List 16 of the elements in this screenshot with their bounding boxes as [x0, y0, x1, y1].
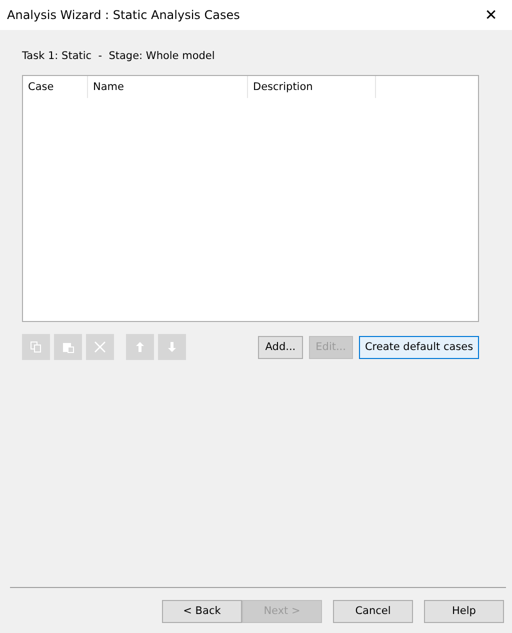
clipboard-icon — [62, 341, 74, 353]
action-button[interactable]: Create default cases — [359, 336, 479, 358]
wizard-button[interactable]: < Back — [162, 600, 242, 622]
task-label: Task 1: Static - Stage: Whole model — [22, 50, 216, 63]
column-header[interactable]: Description — [248, 76, 376, 98]
column-header[interactable]: Name — [88, 76, 248, 98]
wizard-button[interactable]: Cancel — [333, 600, 413, 622]
arrow-up-icon — [135, 341, 145, 353]
arrow-down-icon — [167, 341, 177, 353]
wizard-button[interactable]: Help — [424, 600, 504, 622]
delete-icon — [94, 341, 106, 353]
close-button[interactable]: ✕ — [476, 6, 506, 24]
window-title: Analysis Wizard : Static Analysis Cases — [7, 8, 240, 22]
copy-icon — [30, 341, 42, 353]
column-header[interactable]: Case — [23, 76, 88, 98]
action-button[interactable]: Add... — [258, 336, 303, 358]
